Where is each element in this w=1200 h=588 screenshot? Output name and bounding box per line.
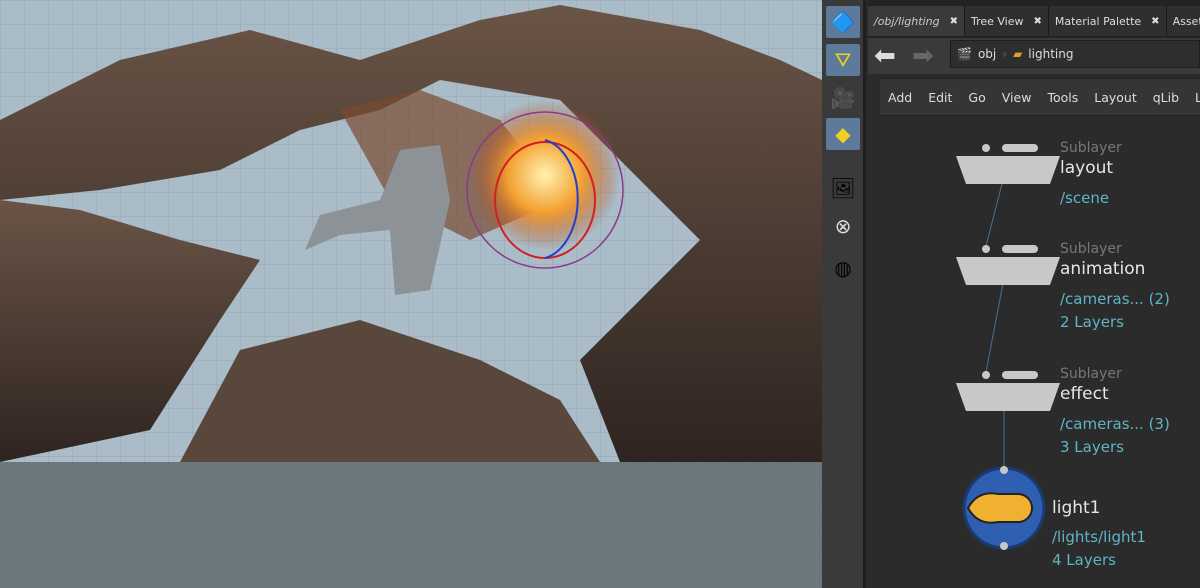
- wire: [985, 277, 1005, 373]
- camera-icon[interactable]: 🎥: [826, 82, 860, 114]
- node-info: /scene: [1060, 189, 1110, 207]
- node-name-effect[interactable]: effect: [1060, 384, 1109, 404]
- tab-tree-view[interactable]: Tree View ✖: [964, 6, 1049, 36]
- shading-sphere-icon[interactable]: ◍: [826, 252, 860, 284]
- menu-go[interactable]: Go: [960, 90, 993, 105]
- breadcrumb-obj[interactable]: obj: [978, 47, 996, 61]
- menu-tools[interactable]: Tools: [1039, 90, 1086, 105]
- close-icon[interactable]: ✖: [950, 16, 958, 27]
- menu-qlib[interactable]: qLib: [1145, 90, 1187, 105]
- tab-label: Asset Brow: [1172, 14, 1200, 28]
- menu-labs[interactable]: Labs: [1187, 90, 1200, 105]
- 3d-viewport[interactable]: [0, 0, 822, 588]
- node-layer-count: 3 Layers: [1060, 438, 1124, 456]
- back-arrow-icon[interactable]: ⬅: [874, 43, 896, 69]
- separator-icon: ›: [1002, 47, 1008, 61]
- breadcrumb-lighting[interactable]: lighting: [1028, 47, 1073, 61]
- pane-tabs: /obj/lighting ✖ Tree View ✖ Material Palet…: [868, 0, 1200, 38]
- node-info: /cameras... (3): [1060, 415, 1170, 433]
- node-layer-count: 2 Layers: [1060, 313, 1124, 331]
- node-type-label: Sublayer: [1060, 366, 1122, 382]
- node-name-animation[interactable]: animation: [1060, 259, 1145, 279]
- tab-label: Material Palette: [1054, 14, 1142, 28]
- display-options-icon[interactable]: ◆: [826, 118, 860, 150]
- viewport-tool-shelf: 🔷 ⛛ 🎥 ◆ 🖼 ⊗ ◍: [822, 0, 866, 588]
- scene-render: [0, 0, 822, 588]
- menu-layout[interactable]: Layout: [1086, 90, 1145, 105]
- node-name-light1[interactable]: light1: [1052, 498, 1101, 518]
- node-wires: [956, 144, 1060, 550]
- tab-label: /obj/lighting: [874, 14, 940, 28]
- clapboard-icon: 🎬: [957, 47, 972, 61]
- tab-material-palette[interactable]: Material Palette ✖: [1048, 6, 1167, 36]
- node-name-layout[interactable]: layout: [1060, 158, 1113, 178]
- node-type-label: Sublayer: [1060, 140, 1122, 156]
- node-info: /lights/light1: [1052, 528, 1146, 546]
- select-tool-icon[interactable]: ⛛: [826, 44, 860, 76]
- tab-label: Tree View: [970, 14, 1024, 28]
- close-icon[interactable]: ✖: [1034, 16, 1042, 27]
- menu-bar: Add Edit Go View Tools Layout qLib Labs: [880, 78, 1200, 116]
- node-layer-count: 4 Layers: [1052, 551, 1116, 569]
- menu-edit[interactable]: Edit: [920, 90, 960, 105]
- menu-view[interactable]: View: [994, 90, 1040, 105]
- node-graph[interactable]: Sublayer layout /scene Sublayer animatio…: [868, 118, 1200, 588]
- image-layers-icon[interactable]: 🖼: [826, 172, 860, 204]
- wire: [985, 175, 1005, 247]
- sublayer-node-layout-shape: [956, 144, 1060, 184]
- node-type-label: Sublayer: [1060, 241, 1122, 257]
- lighting-network-icon: ▰: [1013, 47, 1023, 61]
- breadcrumb: 🎬 obj › ▰ lighting: [950, 40, 1200, 68]
- forward-arrow-icon[interactable]: ➡: [912, 43, 934, 69]
- node-info: /cameras... (2): [1060, 290, 1170, 308]
- tab-asset-browser[interactable]: Asset Brow: [1166, 6, 1200, 36]
- menu-add[interactable]: Add: [880, 90, 920, 105]
- tab-obj-lighting[interactable]: /obj/lighting ✖: [868, 6, 965, 36]
- geometry-objects-icon[interactable]: 🔷: [826, 6, 860, 38]
- light-off-icon[interactable]: ⊗: [826, 210, 860, 242]
- close-icon[interactable]: ✖: [1151, 16, 1159, 27]
